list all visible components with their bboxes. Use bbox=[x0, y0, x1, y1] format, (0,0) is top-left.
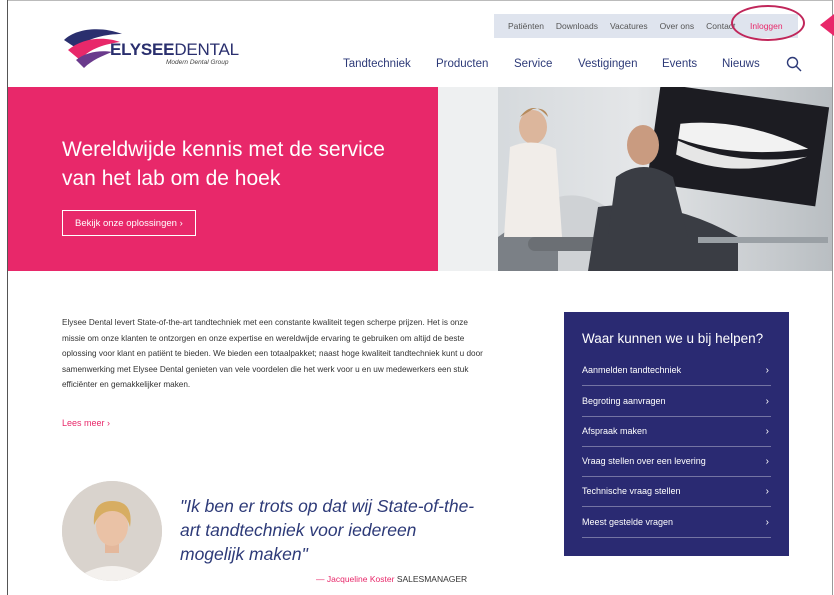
hero-banner: Wereldwijde kennis met de service van he… bbox=[8, 87, 832, 271]
chevron-right-icon: › bbox=[765, 516, 769, 528]
side-tab-marker[interactable] bbox=[820, 14, 834, 36]
help-item-label: Afspraak maken bbox=[582, 426, 648, 436]
avatar bbox=[62, 481, 162, 581]
help-item-faq[interactable]: Meest gestelde vragen › bbox=[582, 507, 771, 538]
testimonial-quote: "Ik ben er trots op dat wij State-of-the… bbox=[180, 496, 475, 564]
quote-author-role: SALESMANAGER bbox=[396, 574, 468, 584]
help-item-begroting[interactable]: Begroting aanvragen › bbox=[582, 386, 771, 417]
nav-item-nieuws[interactable]: Nieuws bbox=[722, 58, 760, 70]
window-frame-right bbox=[832, 0, 833, 595]
help-panel: Waar kunnen we u bij helpen? Aanmelden t… bbox=[564, 312, 789, 556]
hero-panel: Wereldwijde kennis met de service van he… bbox=[8, 87, 438, 271]
hero-solutions-button[interactable]: Bekijk onze oplossingen › bbox=[62, 210, 196, 236]
logo[interactable]: ELYSEEDENTAL Modern Dental Group bbox=[62, 24, 252, 74]
help-item-label: Meest gestelde vragen bbox=[582, 517, 674, 527]
help-item-label: Technische vraag stellen bbox=[582, 486, 681, 496]
person-portrait-icon bbox=[62, 481, 162, 581]
chevron-right-icon: › bbox=[765, 395, 769, 407]
search-icon[interactable] bbox=[786, 56, 802, 72]
window-frame-top bbox=[7, 0, 833, 1]
chevron-right-icon: › bbox=[765, 455, 769, 467]
help-item-levering[interactable]: Vraag stellen over een levering › bbox=[582, 446, 771, 477]
chevron-right-icon: › bbox=[765, 485, 769, 497]
utility-link-downloads[interactable]: Downloads bbox=[556, 21, 598, 31]
utility-link-vacatures[interactable]: Vacatures bbox=[610, 21, 648, 31]
read-more-link[interactable]: Lees meer › bbox=[62, 418, 110, 428]
help-item-afspraak[interactable]: Afspraak maken › bbox=[582, 416, 771, 447]
nav-item-vestigingen[interactable]: Vestigingen bbox=[578, 58, 637, 70]
help-item-label: Begroting aanvragen bbox=[582, 396, 666, 406]
logo-wordmark: ELYSEEDENTAL bbox=[110, 40, 239, 59]
utility-link-patienten[interactable]: Patiënten bbox=[508, 21, 544, 31]
nav-item-events[interactable]: Events bbox=[662, 58, 697, 70]
hero-title: Wereldwijde kennis met de service van he… bbox=[62, 138, 385, 190]
hero-dentist-photo bbox=[438, 87, 832, 271]
help-item-aanmelden[interactable]: Aanmelden tandtechniek › bbox=[582, 355, 771, 386]
chevron-right-icon: › bbox=[765, 425, 769, 437]
utility-link-over-ons[interactable]: Over ons bbox=[660, 21, 695, 31]
nav-item-service[interactable]: Service bbox=[514, 58, 552, 70]
chevron-right-icon: › bbox=[765, 364, 769, 376]
logo-tagline: Modern Dental Group bbox=[166, 59, 229, 66]
nav-item-producten[interactable]: Producten bbox=[436, 58, 488, 70]
help-title: Waar kunnen we u bij helpen? bbox=[582, 331, 764, 346]
quote-author: — Jacqueline Koster SALESMANAGER bbox=[316, 574, 467, 584]
help-item-label: Vraag stellen over een levering bbox=[582, 456, 706, 466]
nav-item-tandtechniek[interactable]: Tandtechniek bbox=[343, 58, 411, 70]
utility-nav: Patiënten Downloads Vacatures Over ons C… bbox=[494, 14, 735, 38]
quote-author-name: — Jacqueline Koster bbox=[316, 574, 395, 584]
login-highlight-circle bbox=[731, 5, 805, 41]
help-item-label: Aanmelden tandtechniek bbox=[582, 365, 682, 375]
intro-paragraph: Elysee Dental levert State-of-the-art ta… bbox=[62, 318, 483, 390]
help-item-technische-vraag[interactable]: Technische vraag stellen › bbox=[582, 476, 771, 507]
